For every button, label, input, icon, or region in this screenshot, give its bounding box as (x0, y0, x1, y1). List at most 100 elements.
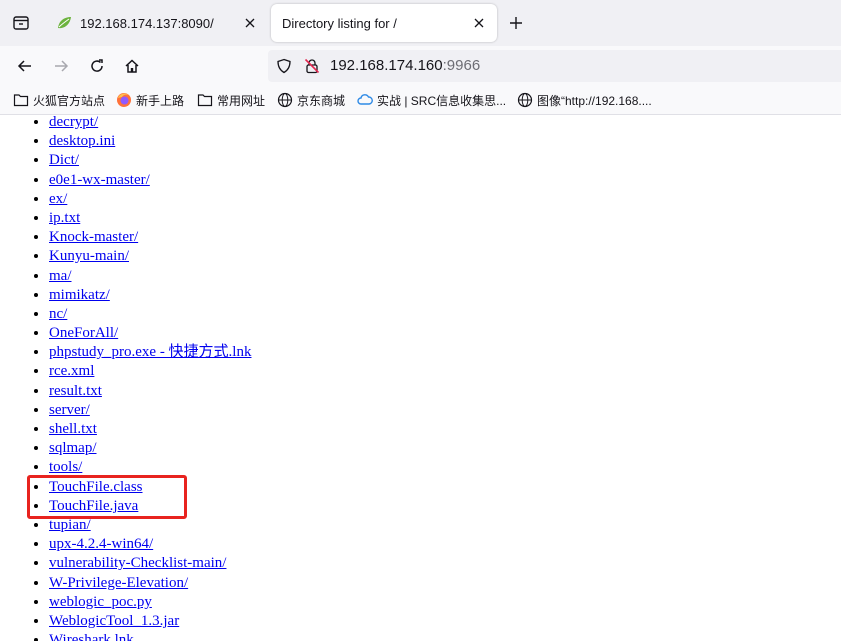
tab-title: 192.168.174.137:8090/ (80, 15, 214, 31)
list-item: Dict/ (49, 151, 251, 170)
file-link[interactable]: rce.xml (49, 363, 94, 379)
file-link[interactable]: TouchFile.class (49, 479, 143, 495)
folder-icon (13, 92, 29, 108)
globe-icon (517, 92, 533, 108)
back-button[interactable] (11, 52, 39, 80)
folder-icon (197, 92, 213, 108)
file-link[interactable]: Dict/ (49, 152, 79, 168)
bookmark-label: 常用网址 (217, 93, 266, 108)
bookmark-label: 新手上路 (136, 93, 185, 108)
leaf-icon (56, 15, 72, 31)
list-item: phpstudy_pro.exe - 快捷方式.lnk (49, 343, 251, 362)
cloud-icon (357, 92, 373, 108)
file-link[interactable]: OneForAll/ (49, 325, 118, 341)
url-text[interactable]: 192.168.174.160:9966 (330, 57, 480, 74)
close-tab-button[interactable] (240, 13, 260, 33)
address-bar[interactable]: 192.168.174.160:9966 (268, 50, 841, 82)
list-item: WeblogicTool_1.3.jar (49, 612, 251, 631)
close-tab-button[interactable] (469, 13, 489, 33)
file-link[interactable]: desktop.ini (49, 133, 115, 149)
tab-inactive[interactable]: 192.168.174.137:8090/ (44, 4, 268, 42)
list-item: Wireshark.lnk (49, 631, 251, 641)
shield-icon[interactable] (276, 58, 292, 74)
home-icon (125, 59, 139, 73)
file-link[interactable]: result.txt (49, 383, 102, 399)
bookmark-label: 图像“http://192.168.... (537, 93, 652, 108)
arrow-left-icon (17, 60, 31, 72)
new-tab-button[interactable] (505, 12, 527, 34)
list-item: e0e1-wx-master/ (49, 171, 251, 190)
file-link[interactable]: ip.txt (49, 210, 80, 226)
list-item: ma/ (49, 267, 251, 286)
plus-icon (510, 17, 522, 29)
list-item: TouchFile.java (49, 497, 251, 516)
list-item: desktop.ini (49, 132, 251, 151)
list-item: shell.txt (49, 420, 251, 439)
list-item: nc/ (49, 305, 251, 324)
list-item: rce.xml (49, 362, 251, 381)
file-link[interactable]: Kunyu-main/ (49, 248, 129, 264)
file-link[interactable]: decrypt/ (49, 115, 98, 130)
forward-button[interactable] (47, 52, 75, 80)
list-item: result.txt (49, 382, 251, 401)
file-link[interactable]: W-Privilege-Elevation/ (49, 575, 188, 591)
list-item: vulnerability-Checklist-main/ (49, 554, 251, 573)
list-item: OneForAll/ (49, 324, 251, 343)
tab-list-button[interactable] (8, 10, 34, 36)
list-item: decrypt/ (49, 115, 251, 132)
bookmark-jd-mall[interactable]: 京东商城 (277, 90, 345, 110)
list-item: tupian/ (49, 516, 251, 535)
file-link[interactable]: server/ (49, 402, 90, 418)
reload-button[interactable] (83, 52, 111, 80)
tab-strip: 192.168.174.137:8090/ Directory listing … (0, 0, 841, 46)
close-icon (474, 18, 484, 28)
file-link[interactable]: vulnerability-Checklist-main/ (49, 555, 226, 571)
file-link[interactable]: nc/ (49, 306, 67, 322)
file-link[interactable]: ma/ (49, 268, 72, 284)
url-port: :9966 (442, 57, 481, 74)
bookmarks-toolbar: 火狐官方站点 新手上路 常用网址 京东商城 实战 | SRC信息收集思... 图… (0, 86, 841, 115)
list-item: Knock-master/ (49, 228, 251, 247)
tab-title: Directory listing for / (282, 15, 397, 31)
file-link[interactable]: phpstudy_pro.exe - 快捷方式.lnk (49, 344, 251, 360)
file-link[interactable]: tupian/ (49, 517, 91, 533)
list-item: sqlmap/ (49, 439, 251, 458)
file-link[interactable]: ex/ (49, 191, 67, 207)
file-link[interactable]: Wireshark.lnk (49, 632, 134, 641)
list-item: tools/ (49, 458, 251, 477)
file-link[interactable]: mimikatz/ (49, 287, 110, 303)
arrow-right-icon (55, 60, 69, 72)
home-button[interactable] (118, 52, 146, 80)
globe-icon (277, 92, 293, 108)
tab-active[interactable]: Directory listing for / (271, 4, 497, 42)
close-icon (245, 18, 255, 28)
bookmark-image[interactable]: 图像“http://192.168.... (517, 90, 652, 110)
bookmark-src-article[interactable]: 实战 | SRC信息收集思... (357, 90, 506, 110)
file-link[interactable]: upx-4.2.4-win64/ (49, 536, 153, 552)
page-content: decrypt/desktop.ini Dict/e0e1-wx-master/e… (0, 115, 841, 641)
list-item: ex/ (49, 190, 251, 209)
bookmark-label: 实战 | SRC信息收集思... (377, 93, 507, 108)
file-link[interactable]: WeblogicTool_1.3.jar (49, 613, 179, 629)
file-link[interactable]: sqlmap/ (49, 440, 97, 456)
url-host: 192.168.174.160 (330, 57, 443, 74)
file-link[interactable]: Knock-master/ (49, 229, 138, 245)
insecure-lock-icon[interactable] (304, 58, 320, 74)
bookmark-label: 京东商城 (297, 93, 346, 108)
firefox-icon (116, 92, 132, 108)
file-link[interactable]: weblogic_poc.py (49, 594, 152, 610)
bookmark-label: 火狐官方站点 (33, 93, 106, 108)
list-item: W-Privilege-Elevation/ (49, 574, 251, 593)
list-item: mimikatz/ (49, 286, 251, 305)
bookmark-getting-started[interactable]: 新手上路 (116, 90, 184, 110)
bookmark-folder-firefox-official[interactable]: 火狐官方站点 (13, 90, 105, 110)
list-item: ip.txt (49, 209, 251, 228)
file-link[interactable]: shell.txt (49, 421, 97, 437)
list-item: upx-4.2.4-win64/ (49, 535, 251, 554)
bookmark-folder-common-sites[interactable]: 常用网址 (197, 90, 265, 110)
file-link[interactable]: e0e1-wx-master/ (49, 172, 150, 188)
file-link[interactable]: TouchFile.java (49, 498, 138, 514)
tab-list-icon (13, 16, 29, 30)
navigation-toolbar: 192.168.174.160:9966 (0, 46, 841, 86)
file-link[interactable]: tools/ (49, 459, 82, 475)
